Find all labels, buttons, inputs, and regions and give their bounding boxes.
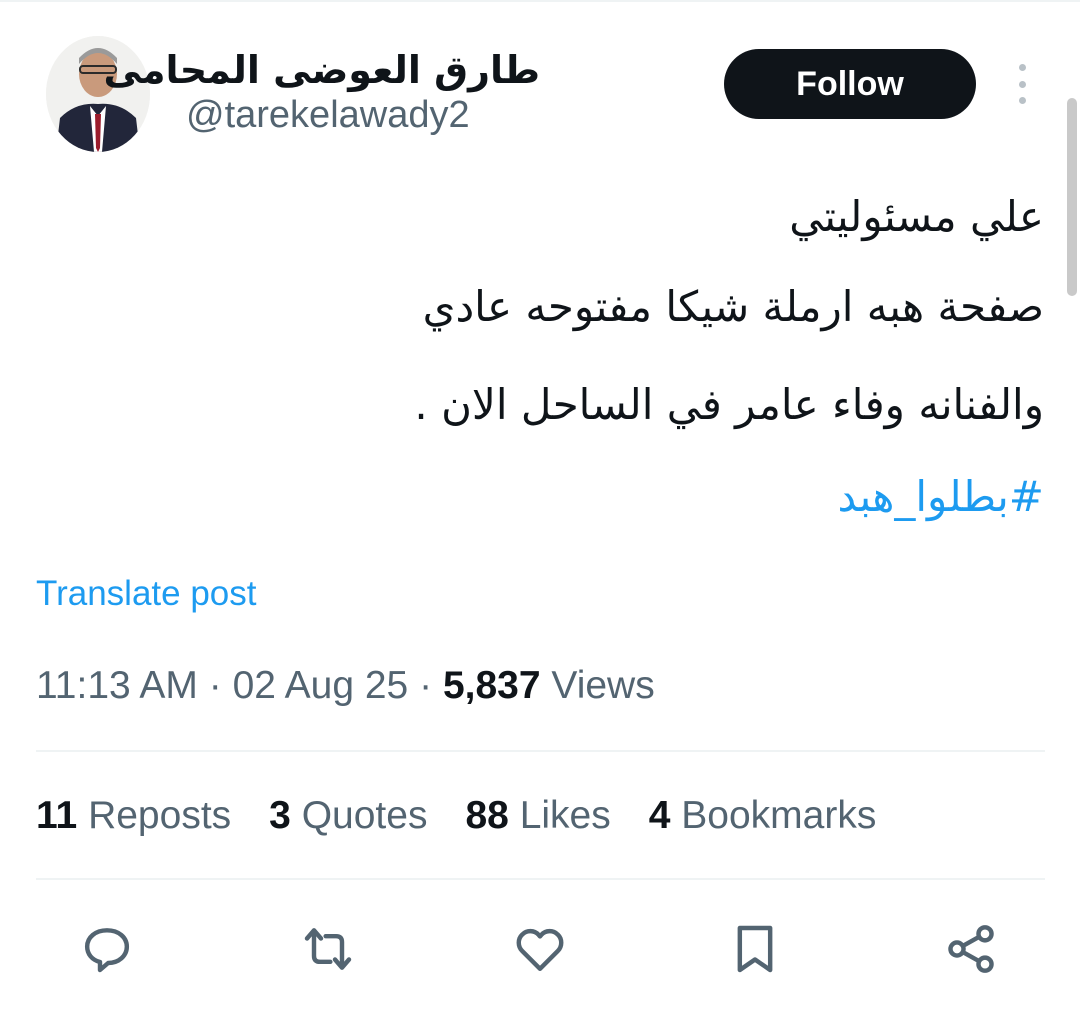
share-button[interactable] bbox=[940, 918, 1002, 980]
meta-separator: · bbox=[208, 664, 222, 707]
quotes-count: 3 bbox=[269, 794, 291, 837]
tweet-text-line-2: صفحة هبه ارملة شيكا مفتوحه عادي bbox=[422, 282, 1044, 331]
bookmark-button[interactable] bbox=[724, 918, 786, 980]
bookmarks-count: 4 bbox=[648, 794, 671, 837]
tweet-text-line-3: والفنانه وفاء عامر في الساحل الان . bbox=[414, 380, 1044, 429]
likes-stat[interactable]: 88 Likes bbox=[465, 794, 610, 838]
like-button[interactable] bbox=[509, 918, 571, 980]
bookmarks-stat[interactable]: 4 Bookmarks bbox=[649, 794, 877, 838]
repost-button[interactable] bbox=[297, 918, 359, 980]
reposts-label: Reposts bbox=[88, 794, 232, 837]
hashtag-link[interactable]: #بطلوا_هبد bbox=[838, 472, 1044, 521]
reposts-count: 11 bbox=[36, 794, 78, 837]
scrollbar[interactable] bbox=[1067, 98, 1077, 296]
translate-post-link[interactable]: Translate post bbox=[36, 574, 256, 614]
repost-icon bbox=[304, 928, 352, 970]
heart-icon bbox=[516, 928, 564, 972]
reply-icon bbox=[84, 928, 130, 973]
top-border bbox=[0, 0, 1080, 2]
quotes-label: Quotes bbox=[301, 794, 428, 837]
post-date[interactable]: 02 Aug 25 bbox=[233, 664, 409, 707]
bookmark-icon bbox=[737, 925, 773, 973]
bookmarks-label: Bookmarks bbox=[681, 794, 877, 837]
post-time[interactable]: 11:13 AM bbox=[36, 664, 198, 707]
tweet-text-line-1: علي مسئوليتي bbox=[789, 192, 1044, 241]
post-meta: 11:13 AM · 02 Aug 25 · 5,837 Views bbox=[36, 664, 655, 708]
follow-button[interactable]: Follow bbox=[724, 49, 976, 119]
more-vertical-icon[interactable] bbox=[1010, 64, 1034, 104]
quotes-stat[interactable]: 3 Quotes bbox=[269, 794, 427, 838]
reposts-stat[interactable]: 11 Reposts bbox=[36, 794, 231, 838]
divider bbox=[36, 750, 1045, 752]
views-count: 5,837 bbox=[442, 664, 541, 707]
reply-button[interactable] bbox=[76, 918, 138, 980]
author-handle[interactable]: @tarekelawady2 bbox=[186, 94, 470, 137]
likes-count: 88 bbox=[465, 794, 509, 837]
likes-label: Likes bbox=[519, 794, 611, 837]
divider bbox=[36, 878, 1045, 880]
share-icon bbox=[948, 925, 994, 973]
engagement-stats: 11 Reposts 3 Quotes 88 Likes 4 Bookmarks bbox=[36, 794, 914, 838]
author-display-name[interactable]: طارق العوضى المحامى bbox=[104, 48, 541, 92]
meta-separator: · bbox=[419, 664, 433, 707]
views-label: Views bbox=[551, 664, 655, 707]
